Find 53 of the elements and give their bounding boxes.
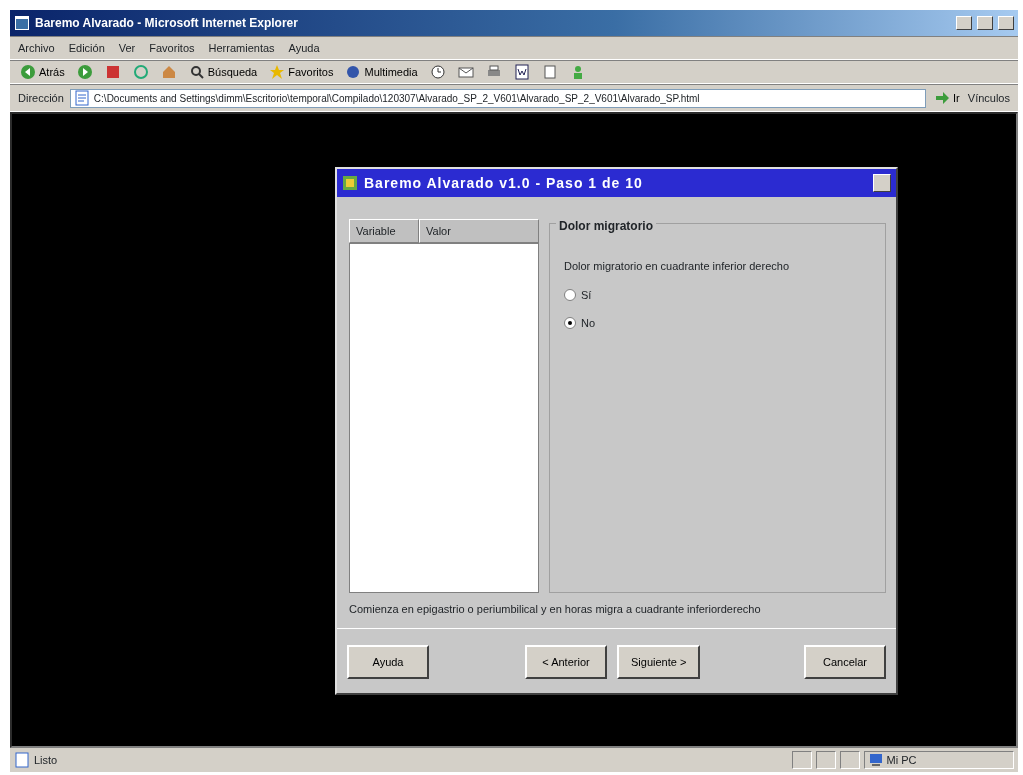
status-text: Listo [34,752,59,768]
zone-text: Mi PC [886,752,917,768]
computer-icon [867,752,884,768]
back-button[interactable]: Atrás [18,63,67,81]
go-button[interactable]: Ir [932,89,962,107]
search-icon [188,64,205,80]
status-panel [840,751,860,769]
hint-text: Comienza en epigastrio o periumbilical y en horas migra a cuadrante inferiorderecho [337,597,896,629]
status-panel [792,751,812,769]
address-field[interactable]: C:\Documents and Settings\dimm\Escritorio\temporal\Compilado\120307\Alvarado_SP_2_V601\Alvarado_SP_2_V601\Alvarado_SP.html [69,88,927,108]
menu-item[interactable]: Ayuda [288,39,320,57]
history-icon[interactable] [429,64,446,80]
links-label[interactable]: Vínculos [967,89,1010,107]
mail-icon[interactable] [457,64,474,80]
media-icon [345,64,362,80]
menu-item[interactable]: Herramientas [208,39,275,57]
address-label: Dirección [18,90,64,106]
search-button[interactable]: Búsqueda [186,63,260,81]
option-label: No [581,316,596,331]
wizard-button[interactable]: < Anterior [525,644,607,679]
browser-icon [14,15,30,31]
radio-button[interactable] [564,317,576,330]
menu-item[interactable]: Ver [118,39,136,57]
media-button[interactable]: Multimedia [343,63,420,81]
page-icon [14,752,30,768]
wizard-button[interactable]: Cancelar [804,644,886,679]
favorites-button[interactable]: Favoritos [267,63,336,81]
dialog-title: Baremo Alvarado v1.0 - Paso 1 de 10 [364,173,644,193]
option-label: Sí [581,287,592,303]
stop-icon[interactable] [104,64,121,80]
column-header[interactable]: Variable [349,219,419,243]
maximize-button[interactable] [977,16,993,30]
status-panel [816,751,836,769]
page-icon [73,90,90,106]
column-header[interactable]: Valor [419,219,539,243]
wizard-button[interactable]: Ayuda [347,644,429,679]
question-label: Dolor migratorio en cuadrante inferior derecho [564,259,790,274]
menu-item[interactable]: Edición [68,39,105,57]
app-icon [342,175,358,191]
document-icon[interactable] [513,64,530,80]
minimize-button[interactable] [956,16,972,30]
forward-icon[interactable] [76,64,93,80]
menu-item[interactable]: Archivo [18,39,55,57]
window-title: Baremo Alvarado - Microsoft Internet Explorer [35,15,299,32]
back-icon [20,64,36,80]
menu-item[interactable]: Favoritos [149,39,195,57]
close-button[interactable] [873,174,891,192]
edit-icon[interactable] [541,64,558,80]
radio-button[interactable] [564,288,576,301]
star-icon [269,64,286,80]
arrow-icon [934,90,951,106]
wizard-button[interactable]: Siguiente > [617,644,701,679]
close-button[interactable] [998,16,1014,30]
